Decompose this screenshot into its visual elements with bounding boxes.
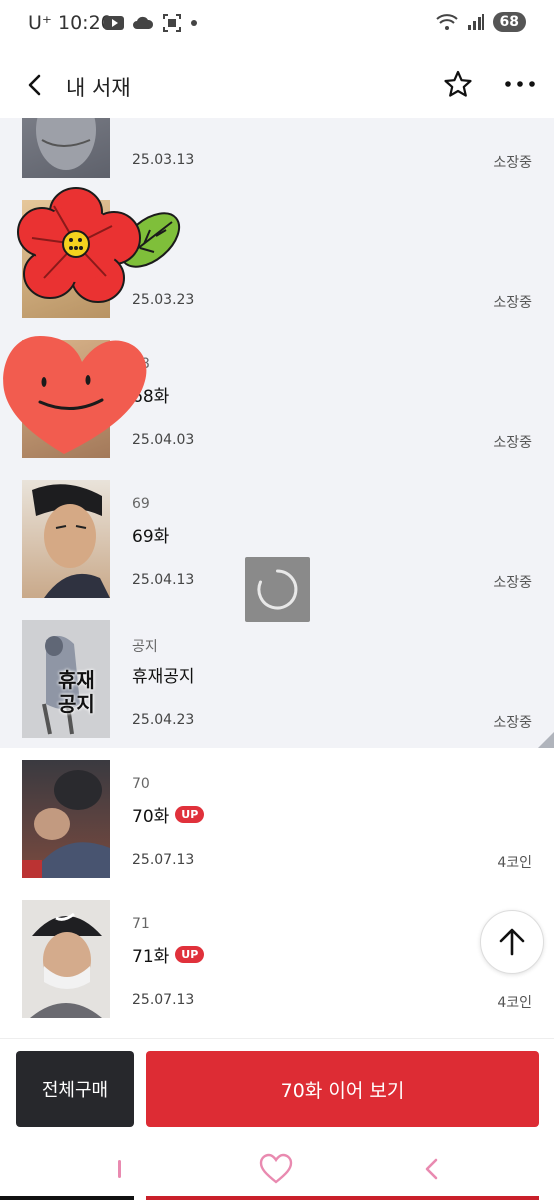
episode-date: 25.04.13	[132, 572, 195, 588]
nav-edge-right	[146, 1196, 539, 1200]
notice-thumbnail-text: 휴재 공지	[58, 668, 95, 716]
heart-home-icon[interactable]	[258, 1152, 294, 1186]
episode-number: 70	[132, 776, 150, 792]
episode-price: 4코인	[497, 995, 532, 1011]
episode-thumbnail: 휴재 공지	[22, 620, 110, 738]
loading-spinner	[245, 557, 310, 622]
ownership-status: 소장중	[493, 435, 532, 451]
flower-sticker	[17, 187, 181, 303]
episode-row[interactable]: 70 70화 UP 25.07.13 4코인	[0, 760, 554, 900]
ownership-status: 소장중	[493, 715, 532, 731]
continue-reading-button[interactable]: 70화 이어 보기	[146, 1051, 539, 1127]
spinner-icon	[257, 569, 298, 610]
episode-title: 69화	[132, 527, 170, 547]
episode-number: 69	[132, 496, 150, 512]
dot-icon	[191, 20, 197, 26]
episode-title: 휴재공지	[132, 667, 195, 687]
scroll-to-top-button[interactable]	[480, 910, 544, 974]
episode-date: 25.04.23	[132, 712, 195, 728]
status-bar: U⁺ 10:20 68	[0, 0, 554, 50]
signal-icon	[467, 14, 484, 30]
episode-number: 공지	[132, 639, 158, 655]
episode-date: 25.07.13	[132, 852, 195, 868]
page-title: 내 서재	[66, 76, 131, 100]
wifi-icon	[435, 14, 458, 30]
ownership-status: 소장중	[493, 295, 532, 311]
nav-back-icon[interactable]	[420, 1156, 442, 1182]
up-badge: UP	[175, 806, 205, 823]
ownership-status: 소장중	[493, 575, 532, 591]
back-button[interactable]	[18, 68, 52, 102]
episode-date: 25.07.13	[132, 992, 195, 1008]
system-navigation-bar	[0, 1140, 554, 1200]
episode-price: 4코인	[497, 855, 532, 871]
episode-date: 25.03.13	[132, 152, 195, 168]
arrow-up-icon	[499, 928, 525, 956]
app-header: 내 서재	[0, 52, 554, 118]
more-options-button[interactable]	[500, 68, 540, 100]
heart-sticker	[3, 336, 147, 454]
buy-all-button[interactable]: 전체구매	[16, 1051, 134, 1127]
youtube-icon	[104, 16, 124, 30]
screenshot-icon	[163, 14, 181, 32]
bottom-action-bar: 전체구매 70화 이어 보기	[0, 1038, 554, 1138]
up-badge: UP	[175, 946, 205, 963]
chevron-left-icon	[28, 74, 41, 96]
nav-edge-left	[0, 1196, 134, 1200]
star-outline-icon	[444, 70, 472, 97]
episode-row[interactable]: 71 71화 UP 25.07.13 4코인	[0, 900, 554, 1038]
episode-row[interactable]: 휴재 공지 공지 휴재공지 25.04.23 소장중	[0, 620, 554, 760]
recents-icon[interactable]	[117, 1158, 123, 1180]
episode-number: 71	[132, 916, 150, 932]
carrier-label: U⁺	[28, 12, 52, 34]
battery-indicator: 68	[492, 12, 526, 32]
ownership-status: 소장중	[493, 155, 532, 171]
episode-thumbnail	[22, 118, 110, 178]
favorite-button[interactable]	[442, 68, 474, 100]
episode-title: 71화 UP	[132, 942, 205, 967]
episode-thumbnail	[22, 760, 110, 878]
more-horizontal-icon	[505, 81, 535, 87]
episode-thumbnail	[22, 900, 110, 1018]
episode-title: 70화 UP	[132, 802, 205, 827]
cloud-icon	[133, 16, 154, 29]
episode-thumbnail	[22, 480, 110, 598]
